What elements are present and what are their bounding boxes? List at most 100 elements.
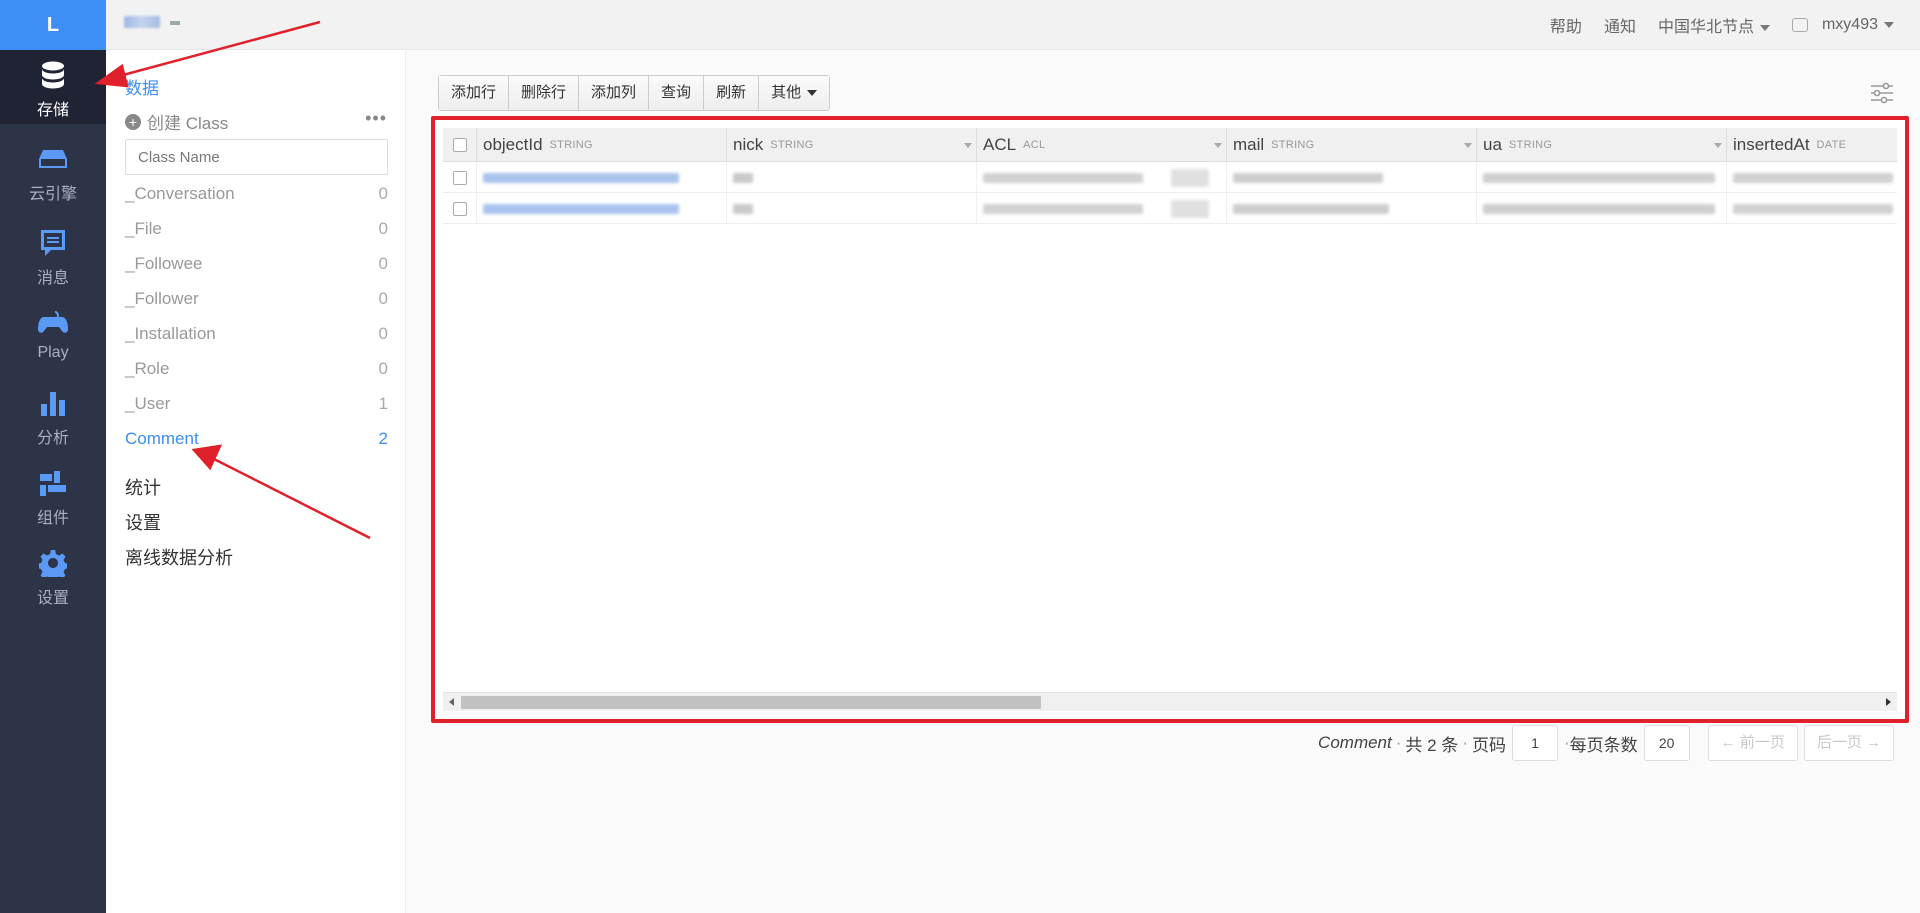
main-nav: L 存储 云引擎 消息 Play 分析 组件 设置 [0,0,106,913]
class-name-search-input[interactable] [125,139,388,175]
app-switcher[interactable] [170,21,180,25]
sidebar-link-offline-analysis[interactable]: 离线数据分析 [125,544,233,570]
column-header-insertedat[interactable]: insertedAt DATE [1727,128,1897,162]
create-class-button[interactable]: + 创建 Class [125,109,228,134]
app-logo[interactable]: L [0,0,106,50]
column-header-mail[interactable]: mail STRING [1227,128,1477,162]
nav-item-settings[interactable]: 设置 [0,538,106,612]
column-header-ua[interactable]: ua STRING [1477,128,1727,162]
table-row[interactable] [443,193,1897,224]
chevron-down-icon[interactable] [1464,143,1472,148]
nav-item-play[interactable]: Play [0,298,106,372]
class-count: 0 [378,184,388,203]
nav-item-analytics[interactable]: 分析 [0,378,106,452]
components-icon [38,468,68,498]
column-name: nick [733,135,764,154]
class-count: 0 [378,219,388,238]
scroll-right-icon[interactable] [1886,698,1891,706]
pager-per-page-label: 每页条数 [1569,735,1638,755]
cell-objectid[interactable] [477,162,727,193]
pager-page-label: 页码 [1471,735,1506,755]
delete-row-button[interactable]: 删除行 [509,76,580,110]
select-all-checkbox[interactable] [453,138,467,152]
chevron-down-icon[interactable] [964,143,972,148]
class-count: 0 [378,359,388,378]
column-name: insertedAt [1733,135,1810,154]
column-settings-icon[interactable] [1870,82,1894,104]
column-type: ACL [1023,139,1046,151]
other-dropdown-button[interactable]: 其他 [759,76,830,110]
horizontal-scrollbar[interactable] [443,692,1897,711]
page-number-input[interactable] [1511,725,1558,761]
grid-header: objectId STRING nick STRING ACL ACL mail STR… [443,128,1897,162]
class-item-file[interactable]: _File 0 [125,214,388,244]
sidebar-link-settings[interactable]: 设置 [125,509,161,535]
chevron-down-icon[interactable] [1214,143,1222,148]
cell-objectid[interactable] [477,193,727,224]
scroll-left-icon[interactable] [449,698,454,706]
class-item-follower[interactable]: _Follower 0 [125,284,388,314]
region-label: 中国华北节点 [1657,19,1754,36]
cell-mail[interactable] [1227,162,1477,193]
cell-nick[interactable] [727,193,977,224]
nav-item-label: 消息 [36,270,69,287]
prev-page-button[interactable]: ← 前一页 [1707,725,1798,761]
user-menu[interactable]: mxy493 [1791,16,1894,34]
class-count: 0 [378,254,388,273]
chevron-down-icon[interactable] [1714,143,1722,148]
cell-mail[interactable] [1227,193,1477,224]
class-count: 0 [378,324,388,343]
cell-insertedat[interactable] [1727,193,1897,224]
app-name-blurred[interactable] [124,16,160,28]
main-content: 添加行 删除行 添加列 查询 刷新 其他 objectId STRING nick… [406,50,1920,913]
scroll-thumb[interactable] [461,696,1041,709]
top-bar: 帮助 通知 中国华北节点 mxy493 [106,0,1920,50]
gamepad-icon [38,308,68,338]
notify-link[interactable]: 通知 [1604,13,1636,37]
chevron-down-icon [807,90,818,97]
class-item-user[interactable]: _User 1 [125,389,388,419]
row-select-cell [443,162,477,193]
cell-ua[interactable] [1477,162,1727,193]
sidebar-title[interactable]: 数据 [125,74,159,99]
column-header-objectid[interactable]: objectId STRING [477,128,727,162]
nav-item-message[interactable]: 消息 [0,218,106,292]
class-sidebar: 数据 + 创建 Class ••• _Conversation0 _File0 … [106,50,406,913]
column-type: STRING [1271,139,1315,151]
sidebar-link-stats[interactable]: 统计 [125,474,161,500]
column-header-acl[interactable]: ACL ACL [977,128,1227,162]
nav-item-cloud-engine[interactable]: 云引擎 [0,134,106,208]
more-options-icon[interactable]: ••• [365,108,387,129]
top-right-menu: 帮助 通知 中国华北节点 mxy493 [1550,0,1894,50]
class-count: 0 [378,289,388,308]
cell-insertedat[interactable] [1727,162,1897,193]
column-name: ua [1483,135,1502,154]
help-link[interactable]: 帮助 [1550,13,1582,37]
class-item-followee[interactable]: _Followee 0 [125,249,388,279]
cell-ua[interactable] [1477,193,1727,224]
cell-acl[interactable] [977,162,1227,193]
cell-acl[interactable] [977,193,1227,224]
row-checkbox[interactable] [453,201,467,216]
class-item-conversation[interactable]: _Conversation 0 [125,179,388,209]
add-row-button[interactable]: 添加行 [439,76,510,110]
cell-nick[interactable] [727,162,977,193]
row-checkbox[interactable] [453,170,467,185]
nav-item-storage[interactable]: 存储 [0,50,106,124]
class-item-role[interactable]: _Role 0 [125,354,388,384]
table-row[interactable] [443,162,1897,193]
avatar [1791,17,1808,32]
add-column-button[interactable]: 添加列 [579,76,650,110]
column-header-nick[interactable]: nick STRING [727,128,977,162]
class-name: _Follower [125,289,199,308]
next-page-button[interactable]: 后一页 → [1803,725,1894,761]
class-item-comment[interactable]: Comment 2 [125,424,388,454]
column-name: mail [1233,135,1265,154]
pager-class-name: Comment [1318,733,1392,752]
query-button[interactable]: 查询 [649,76,705,110]
refresh-button[interactable]: 刷新 [704,76,760,110]
nav-item-components[interactable]: 组件 [0,458,106,532]
per-page-input[interactable] [1643,725,1690,761]
class-item-installation[interactable]: _Installation 0 [125,319,388,349]
region-dropdown[interactable]: 中国华北节点 [1658,13,1770,37]
